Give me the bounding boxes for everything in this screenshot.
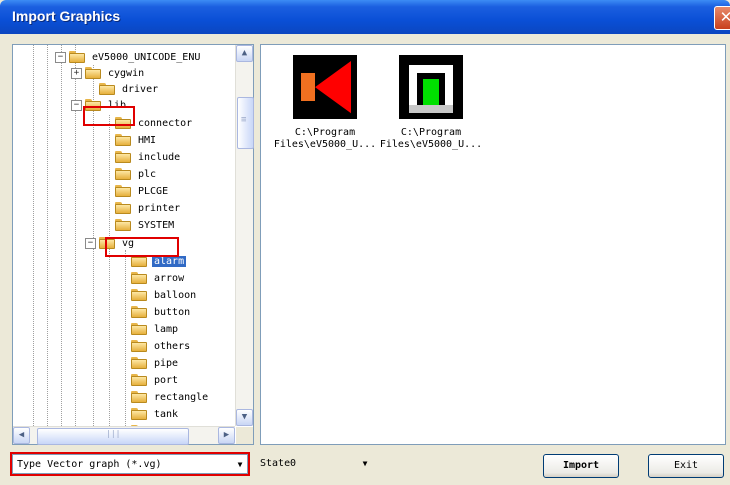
folder-tree-view: − eV5000_UNICODE_ENU + cygwin driver − lib conn… xyxy=(13,45,235,426)
tree-node[interactable]: lamp xyxy=(131,321,180,337)
file-item[interactable]: C:\Program Files\eV5000_U... xyxy=(371,55,491,151)
collapse-icon[interactable]: − xyxy=(85,238,96,249)
folder-icon xyxy=(131,408,148,420)
folder-icon xyxy=(115,202,132,214)
tree-node-label: balloon xyxy=(154,289,197,301)
tree-node-label: port xyxy=(154,374,179,386)
tree-node-label: cygwin xyxy=(108,67,145,79)
folder-icon xyxy=(115,151,132,163)
import-button[interactable]: Import xyxy=(543,454,619,478)
tree-node[interactable]: HMI xyxy=(115,132,158,148)
grip-icon: ≡ xyxy=(241,115,247,125)
window-title: Import Graphics xyxy=(12,8,121,24)
tree-node[interactable]: rectangle xyxy=(131,389,210,405)
tree-node[interactable]: balloon xyxy=(131,287,198,303)
tree-node[interactable]: cygwin xyxy=(85,65,146,81)
tree-node[interactable]: button xyxy=(131,304,192,320)
scroll-right-button[interactable]: ▶ xyxy=(218,427,235,444)
tree-node[interactable]: port xyxy=(131,372,180,388)
tree-node[interactable]: arrow xyxy=(131,270,186,286)
scroll-down-button[interactable]: ▼ xyxy=(236,409,253,426)
folder-icon xyxy=(69,51,86,63)
tree-node-label: rectangle xyxy=(154,391,209,403)
folder-icon xyxy=(131,340,148,352)
type-highlight-box xyxy=(10,452,250,476)
tree-node-label: SYSTEM xyxy=(138,219,175,231)
folder-icon xyxy=(115,185,132,197)
folder-icon xyxy=(85,67,102,79)
tree-node-label: HMI xyxy=(138,134,157,146)
exit-button[interactable]: Exit xyxy=(648,454,724,478)
folder-tree[interactable]: − eV5000_UNICODE_ENU + cygwin driver − lib conn… xyxy=(12,44,254,445)
state-label: State xyxy=(260,458,291,469)
tree-node-label: printer xyxy=(138,202,181,214)
scroll-corner xyxy=(236,427,253,444)
chevron-down-icon[interactable]: ▼ xyxy=(360,459,370,469)
tree-node-label: driver xyxy=(122,83,159,95)
tree-node-label: button xyxy=(154,306,191,318)
collapse-icon[interactable]: − xyxy=(71,100,82,111)
folder-icon xyxy=(131,323,148,335)
state-value: 0 xyxy=(290,458,297,469)
expand-icon[interactable]: + xyxy=(71,68,82,79)
file-name-line2: Files\eV5000_U... xyxy=(273,139,377,150)
tree-node-label: tank xyxy=(154,408,179,420)
tree-node-label: eV5000_UNICODE_ENU xyxy=(92,51,201,63)
folder-icon xyxy=(131,289,148,301)
vertical-scroll-thumb[interactable]: ≡ xyxy=(237,97,254,149)
folder-icon xyxy=(131,357,148,369)
tree-node[interactable]: others xyxy=(131,338,192,354)
folder-icon xyxy=(131,374,148,386)
file-name-line2: Files\eV5000_U... xyxy=(379,139,483,150)
tree-node-label: arrow xyxy=(154,272,185,284)
tree-node-label: others xyxy=(154,340,191,352)
folder-icon xyxy=(131,306,148,318)
folder-icon xyxy=(115,134,132,146)
vg-highlight-box xyxy=(105,237,179,257)
lib-highlight-box xyxy=(83,106,135,126)
folder-icon xyxy=(131,272,148,284)
import-graphics-dialog: Import Graphics ✕ − eV5000_UNICODE_ENU + cy… xyxy=(0,0,730,485)
graphics-file-list[interactable]: C:\Program Files\eV5000_U... C:\Program … xyxy=(260,44,726,445)
tree-vertical-scrollbar[interactable]: ▲ ≡ ▼ xyxy=(235,45,254,426)
horizontal-scroll-thumb[interactable]: ||| xyxy=(37,428,189,445)
tree-node-label: alarm xyxy=(152,255,187,267)
tree-node[interactable]: eV5000_UNICODE_ENU xyxy=(69,49,202,65)
file-item[interactable]: C:\Program Files\eV5000_U... xyxy=(265,55,385,151)
state-dropdown[interactable]: 0 ▼ xyxy=(290,454,374,474)
horn-graphic-icon xyxy=(293,55,357,119)
tree-node-label: pipe xyxy=(154,357,179,369)
tree-node-label: connector xyxy=(138,117,193,129)
tree-node[interactable]: driver xyxy=(99,81,160,97)
scroll-up-button[interactable]: ▲ xyxy=(236,45,253,62)
lamp-graphic-icon xyxy=(399,55,463,119)
file-name-line1: C:\Program xyxy=(294,127,356,138)
tree-node-label: plc xyxy=(138,168,157,180)
tree-node[interactable]: printer xyxy=(115,200,182,216)
folder-icon xyxy=(131,391,148,403)
folder-icon xyxy=(115,219,132,231)
tree-node-label: include xyxy=(138,151,181,163)
folder-icon xyxy=(115,168,132,180)
tree-node[interactable]: SYSTEM xyxy=(115,217,176,233)
tree-node-label: lamp xyxy=(154,323,179,335)
file-name-line1: C:\Program xyxy=(400,127,462,138)
tree-node[interactable]: pipe xyxy=(131,355,180,371)
tree-horizontal-scrollbar[interactable]: ◀ ||| ▶ xyxy=(13,426,235,445)
tree-node[interactable]: tank xyxy=(131,406,180,422)
grip-icon: ||| xyxy=(106,429,121,438)
folder-icon xyxy=(99,83,116,95)
scroll-left-button[interactable]: ◀ xyxy=(13,427,30,444)
tree-node[interactable]: plc xyxy=(115,166,158,182)
title-bar[interactable]: Import Graphics ✕ xyxy=(0,0,730,34)
tree-node[interactable]: PLCGE xyxy=(115,183,170,199)
tree-node-label: PLCGE xyxy=(138,185,169,197)
bottom-controls: Type Vector graph (*.vg) ▼ State 0 ▼ Imp… xyxy=(0,452,730,482)
tree-node[interactable]: include xyxy=(115,149,182,165)
close-button[interactable]: ✕ xyxy=(714,6,730,30)
collapse-icon[interactable]: − xyxy=(55,52,66,63)
